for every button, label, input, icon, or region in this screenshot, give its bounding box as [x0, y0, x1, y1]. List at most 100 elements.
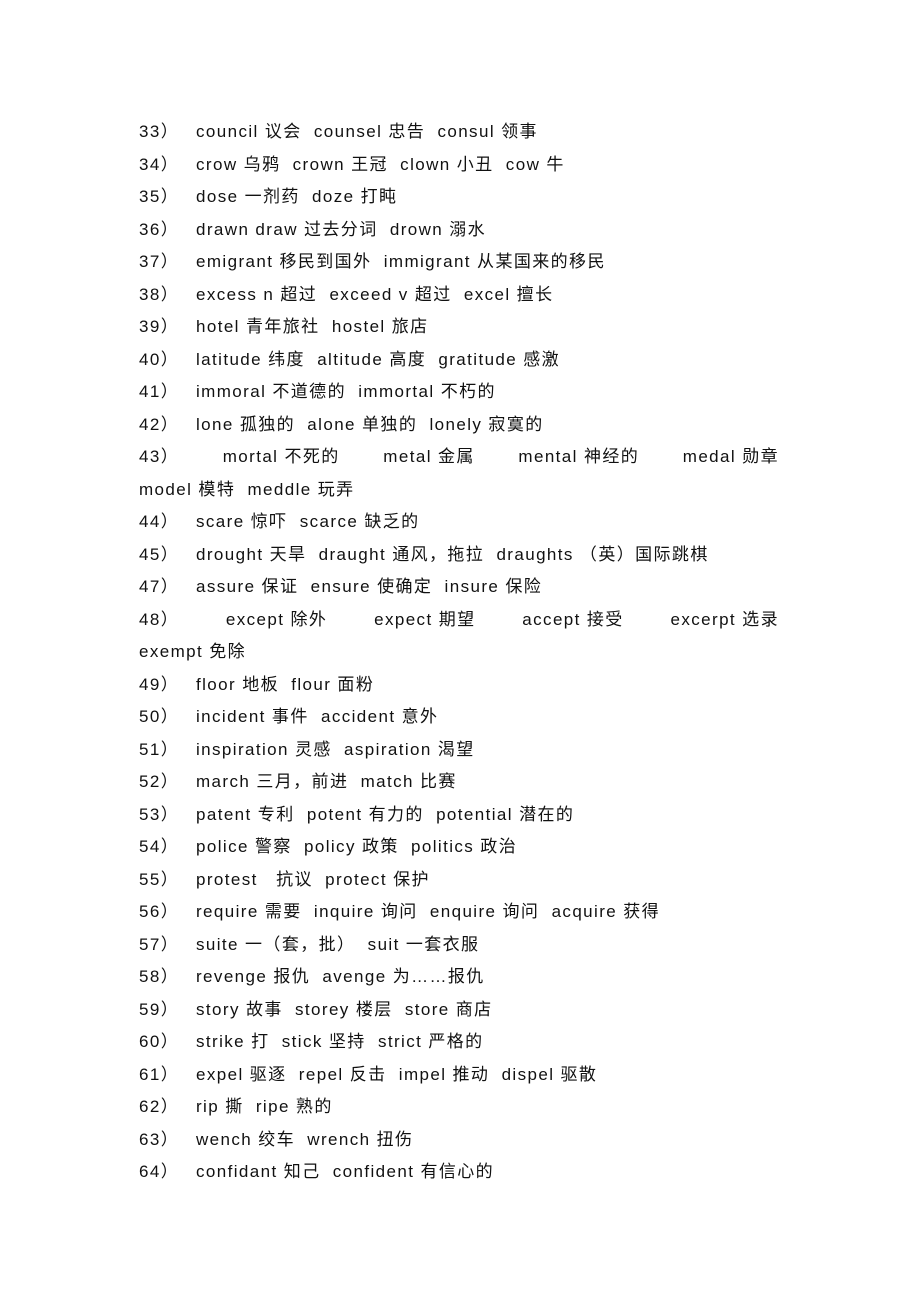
- item-text: latitude 纬度 altitude 高度 gratitude 感激: [196, 349, 561, 369]
- item-number: 55）: [139, 869, 180, 889]
- item-number: 60）: [139, 1032, 180, 1051]
- item-number: 58）: [139, 967, 180, 986]
- item-number: 62）: [139, 1097, 180, 1116]
- list-item-continuation: model 模特 meddle 玩弄: [139, 474, 779, 507]
- list-item: 39） hotel 青年旅社 hostel 旅店: [139, 311, 779, 344]
- item-text: strike 打 stick 坚持 strict 严格的: [196, 1032, 484, 1051]
- item-number: 34）: [139, 154, 180, 174]
- item-text: patent 专利 potent 有力的 potential 潜在的: [196, 804, 575, 824]
- item-text: expel 驱逐 repel 反击 impel 推动 dispel 驱散: [196, 1064, 598, 1084]
- item-text: confidant 知己 confident 有信心的: [196, 1162, 495, 1181]
- item-number: 39）: [139, 317, 180, 336]
- list-item: 54） police 警察 policy 政策 politics 政治: [139, 831, 779, 864]
- list-item: 44） scare 惊吓 scarce 缺乏的: [139, 506, 779, 539]
- item-number: 44）: [139, 512, 180, 531]
- item-number: 36）: [139, 219, 180, 239]
- item-number: 53）: [139, 804, 180, 824]
- item-number: 41）: [139, 382, 180, 401]
- item-number: 61）: [139, 1064, 180, 1084]
- item-part: excerpt 选录: [670, 609, 779, 629]
- item-number: 37）: [139, 252, 180, 271]
- list-item: 41） immoral 不道德的 immortal 不朽的: [139, 376, 779, 409]
- item-text: hotel 青年旅社 hostel 旅店: [196, 317, 429, 336]
- item-text: model 模特 meddle 玩弄: [139, 479, 355, 499]
- item-text: drought 天旱 draught 通风，拖拉 draughts （英）国际跳…: [196, 544, 709, 564]
- list-item: 34） crow 乌鸦 crown 王冠 clown 小丑 cow 牛: [139, 149, 779, 182]
- item-number: 40）: [139, 349, 180, 369]
- list-item: 50） incident 事件 accident 意外: [139, 701, 779, 734]
- item-text: require 需要 inquire 询问 enquire 询问 acquire…: [196, 902, 661, 921]
- item-number: 52）: [139, 772, 180, 791]
- item-text: lone 孤独的 alone 单独的 lonely 寂寞的: [196, 414, 544, 434]
- item-part: mortal 不死的: [222, 447, 340, 466]
- item-text: march 三月，前进 match 比赛: [196, 772, 457, 791]
- item-text: inspiration 灵感 aspiration 渴望: [196, 739, 475, 759]
- item-part: except 除外: [225, 609, 328, 629]
- list-item: 38） excess n 超过 exceed v 超过 excel 擅长: [139, 279, 779, 312]
- list-item: 61） expel 驱逐 repel 反击 impel 推动 dispel 驱散: [139, 1059, 779, 1092]
- list-item: 53） patent 专利 potent 有力的 potential 潜在的: [139, 799, 779, 832]
- item-text: incident 事件 accident 意外: [196, 707, 439, 726]
- item-number: 51）: [139, 739, 180, 759]
- list-item-continuation: exempt 免除: [139, 636, 779, 669]
- item-text: emigrant 移民到国外 immigrant 从某国来的移民: [196, 252, 606, 271]
- item-text: rip 撕 ripe 熟的: [196, 1097, 333, 1116]
- item-number: 49）: [139, 674, 180, 694]
- item-part: accept 接受: [522, 609, 624, 629]
- item-part: mental 神经的: [518, 447, 640, 466]
- item-number: 45）: [139, 544, 180, 564]
- item-text: excess n 超过 exceed v 超过 excel 擅长: [196, 284, 554, 304]
- item-part: medal 勋章: [682, 447, 779, 466]
- list-item: 35） dose 一剂药 doze 打盹: [139, 181, 779, 214]
- item-number: 35）: [139, 187, 180, 206]
- item-number: 50）: [139, 707, 180, 726]
- item-number: 43）: [139, 447, 180, 466]
- item-number: 54）: [139, 837, 180, 856]
- list-item: 43） mortal 不死的 metal 金属 mental 神经的 medal…: [139, 441, 779, 474]
- item-text: crow 乌鸦 crown 王冠 clown 小丑 cow 牛: [196, 154, 565, 174]
- item-number: 47）: [139, 577, 180, 596]
- item-text: exempt 免除: [139, 642, 247, 661]
- list-item: 37） emigrant 移民到国外 immigrant 从某国来的移民: [139, 246, 779, 279]
- list-item: 49） floor 地板 flour 面粉: [139, 669, 779, 702]
- list-item: 45） drought 天旱 draught 通风，拖拉 draughts （英）…: [139, 539, 779, 572]
- list-item: 59） story 故事 storey 楼层 store 商店: [139, 994, 779, 1027]
- item-number: 57）: [139, 934, 180, 954]
- list-item: 33） council 议会 counsel 忠告 consul 领事: [139, 116, 779, 149]
- list-item: 56） require 需要 inquire 询问 enquire 询问 acqu…: [139, 896, 779, 929]
- list-item: 58） revenge 报仇 avenge 为……报仇: [139, 961, 779, 994]
- item-text: scare 惊吓 scarce 缺乏的: [196, 512, 420, 531]
- item-number: 59）: [139, 999, 180, 1019]
- item-part: expect 期望: [374, 609, 476, 629]
- item-text: council 议会 counsel 忠告 consul 领事: [196, 122, 538, 141]
- item-text: revenge 报仇 avenge 为……报仇: [196, 967, 485, 986]
- list-item: 55） protest 抗议 protect 保护: [139, 864, 779, 897]
- item-number: 33）: [139, 122, 180, 141]
- item-number: 64）: [139, 1162, 180, 1181]
- item-number: 56）: [139, 902, 180, 921]
- list-item: 42） lone 孤独的 alone 单独的 lonely 寂寞的: [139, 409, 779, 442]
- item-text: assure 保证 ensure 使确定 insure 保险: [196, 577, 543, 596]
- item-text: suite 一（套，批） suit 一套衣服: [196, 934, 480, 954]
- list-item: 40） latitude 纬度 altitude 高度 gratitude 感激: [139, 344, 779, 377]
- item-number: 63）: [139, 1129, 180, 1149]
- list-item: 63） wench 绞车 wrench 扭伤: [139, 1124, 779, 1157]
- item-text: drawn draw 过去分词 drown 溺水: [196, 219, 487, 239]
- item-number: 38）: [139, 284, 180, 304]
- list-item: 51） inspiration 灵感 aspiration 渴望: [139, 734, 779, 767]
- list-item: 36） drawn draw 过去分词 drown 溺水: [139, 214, 779, 247]
- item-part: metal 金属: [383, 447, 475, 466]
- list-item: 47） assure 保证 ensure 使确定 insure 保险: [139, 571, 779, 604]
- vocabulary-list: 33） council 议会 counsel 忠告 consul 领事 34） cr…: [139, 116, 779, 1189]
- list-item: 60） strike 打 stick 坚持 strict 严格的: [139, 1026, 779, 1059]
- item-text: protest 抗议 protect 保护: [196, 869, 430, 889]
- item-number: 42）: [139, 414, 180, 434]
- item-text: dose 一剂药 doze 打盹: [196, 187, 398, 206]
- item-text: wench 绞车 wrench 扭伤: [196, 1129, 414, 1149]
- item-text: immoral 不道德的 immortal 不朽的: [196, 382, 496, 401]
- item-text: story 故事 storey 楼层 store 商店: [196, 999, 493, 1019]
- list-item: 57） suite 一（套，批） suit 一套衣服: [139, 929, 779, 962]
- list-item: 62） rip 撕 ripe 熟的: [139, 1091, 779, 1124]
- item-text: police 警察 policy 政策 politics 政治: [196, 837, 518, 856]
- item-number: 48）: [139, 609, 180, 629]
